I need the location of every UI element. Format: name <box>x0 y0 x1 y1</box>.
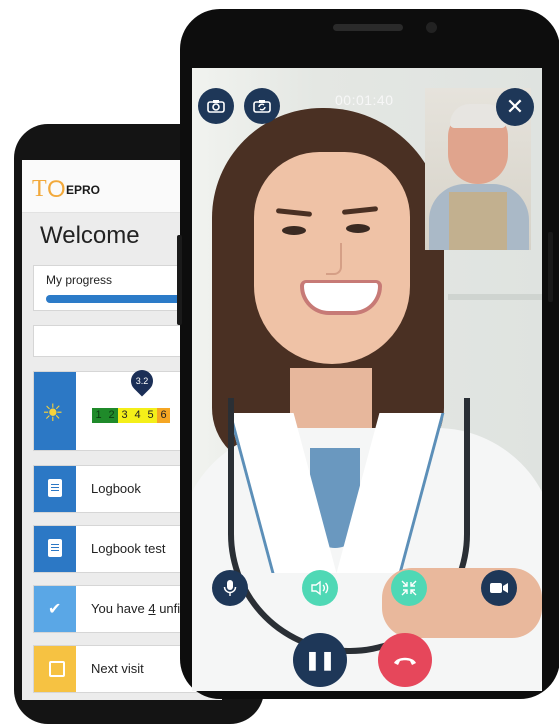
pause-button[interactable]: ❚❚ <box>293 633 347 687</box>
video-background-shelf <box>448 294 542 300</box>
unfinished-count: 4 <box>148 601 156 616</box>
scale-card-accent: ☀ <box>34 372 76 450</box>
calendar-icon <box>49 661 65 677</box>
close-icon: ✕ <box>505 94 525 119</box>
list-item-label: You have 4 unfin <box>91 601 188 616</box>
speaker-button[interactable] <box>302 570 338 606</box>
pause-icon: ❚❚ <box>304 649 336 670</box>
list-item-accent <box>34 646 76 692</box>
speaker-icon <box>311 580 329 596</box>
video-icon <box>490 583 508 593</box>
scale-cell: 1 <box>92 408 105 423</box>
camera-icon <box>207 100 225 113</box>
scale-cell: 3 <box>118 408 131 423</box>
close-call-button[interactable]: ✕ <box>496 88 534 126</box>
progress-label: My progress <box>46 273 113 287</box>
video-button[interactable] <box>481 570 517 606</box>
microphone-icon <box>223 580 237 596</box>
camera-button[interactable] <box>198 88 234 124</box>
patient-vest <box>449 192 507 250</box>
call-timer: 00:01:40 <box>335 92 394 108</box>
switch-camera-icon <box>253 100 271 113</box>
video-call-screen: 00:01:40 ✕ ❚❚ <box>192 68 542 691</box>
list-item-accent <box>34 466 76 512</box>
hangup-button[interactable] <box>378 633 432 687</box>
logo-mark-t: T <box>32 176 47 202</box>
hangup-icon <box>394 657 416 665</box>
scale-cell: 5 <box>144 408 157 423</box>
list-item-label: Logbook test <box>91 541 166 556</box>
minimize-button[interactable] <box>391 570 427 606</box>
logo-mark-o: O <box>47 176 66 203</box>
scale-cell: 4 <box>131 408 144 423</box>
scale-cell: 6 <box>157 408 170 423</box>
phone-speaker <box>333 24 403 31</box>
phone-front-camera <box>426 22 437 33</box>
progress-bar-fill <box>46 295 187 303</box>
microphone-button[interactable] <box>212 570 248 606</box>
logo-text: EPRO <box>66 183 101 197</box>
phone-side-button <box>177 235 182 325</box>
clipboard-icon <box>48 479 62 497</box>
clipboard-icon <box>48 539 62 557</box>
doctor-smile <box>300 280 382 315</box>
list-item-accent <box>34 526 76 572</box>
phone-side-button <box>548 232 553 302</box>
sun-icon: ☀ <box>42 400 64 427</box>
doctor-eye <box>282 226 306 235</box>
double-check-icon: ✔ <box>48 601 62 618</box>
value-marker-label: 3.2 <box>135 376 149 386</box>
list-item-label: Logbook <box>91 481 141 496</box>
welcome-title: Welcome <box>40 222 140 249</box>
switch-camera-button[interactable] <box>244 88 280 124</box>
doctor-eye <box>346 224 370 233</box>
doctor-nose <box>326 243 342 275</box>
list-item-accent: ✔ <box>34 586 76 632</box>
list-item-label: Next visit <box>91 661 144 676</box>
scale-cell: 2 <box>105 408 118 423</box>
minimize-icon <box>401 580 417 596</box>
